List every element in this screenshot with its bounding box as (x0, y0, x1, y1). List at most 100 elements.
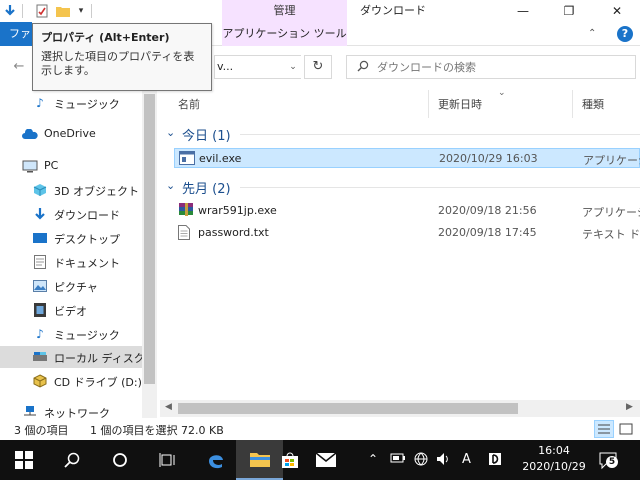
show-hidden-icons-chevron-icon[interactable]: ⌃ (368, 452, 378, 466)
nav-item-label: ドキュメント (54, 257, 120, 270)
group-divider (240, 187, 640, 188)
collapse-chevron-icon: ⌄ (166, 179, 176, 192)
nav-item-3d-objects[interactable]: 3D オブジェクト (0, 179, 142, 201)
nav-item-network[interactable]: ネットワーク (0, 401, 142, 418)
horizontal-scrollbar[interactable]: ◀ ▶ (160, 400, 640, 417)
music-icon: ♪ (36, 327, 44, 341)
nav-item-label: 3D オブジェクト (54, 185, 139, 198)
nav-item-cd-drive[interactable]: CD ドライブ (D:) Vi (0, 370, 142, 392)
cortana-icon (112, 453, 127, 467)
input-mode-indicator[interactable]: A (462, 452, 471, 467)
manage-context-group: 管理 (222, 0, 347, 22)
notification-count: 5 (606, 456, 618, 468)
file-row-password-txt[interactable]: password.txt 2020/09/18 17:45 テキスト ドキュメン… (174, 223, 640, 243)
nav-item-desktop[interactable]: デスクトップ (0, 227, 142, 249)
nav-item-local-disk[interactable]: ローカル ディスク (C (0, 346, 142, 368)
network-icon (22, 404, 38, 418)
tooltip-description: 選択した項目のプロパティを表示します。 (41, 50, 195, 77)
ribbon-expand-chevron-icon[interactable]: ⌃ (588, 28, 596, 39)
edge-icon (208, 455, 223, 469)
nav-item-music-quick[interactable]: ♪ ミュージック (0, 92, 142, 114)
column-divider[interactable] (428, 90, 429, 118)
file-row-evil-exe[interactable]: evil.exe 2020/10/29 16:03 アプリケーション (174, 148, 640, 168)
search-box[interactable] (346, 55, 636, 79)
text-file-icon (178, 225, 194, 240)
nav-item-downloads[interactable]: ダウンロード (0, 203, 142, 225)
column-header-modified[interactable]: 更新日時 (438, 96, 482, 112)
address-path: v... (217, 60, 234, 73)
nav-item-music[interactable]: ♪ ミュージック (0, 323, 142, 345)
maximize-button[interactable]: ❐ (546, 0, 592, 22)
nav-item-documents[interactable]: ドキュメント (0, 251, 142, 273)
network-globe-icon[interactable] (414, 452, 428, 469)
file-name: wrar591jp.exe (198, 204, 277, 217)
new-folder-icon[interactable] (55, 3, 71, 19)
search-input[interactable] (377, 56, 627, 78)
nav-item-label: ミュージック (54, 329, 120, 342)
details-view-button[interactable] (594, 420, 614, 438)
address-history-chevron-icon[interactable]: ⌄ (285, 55, 301, 79)
mail-taskbar-button[interactable] (302, 440, 349, 480)
battery-icon[interactable] (390, 452, 406, 467)
group-header-today[interactable]: ⌄ 今日 (1) (160, 124, 640, 144)
group-label: 今日 (1) (182, 129, 231, 144)
file-tab[interactable]: ファイル (0, 22, 32, 46)
nav-item-pictures[interactable]: ピクチャ (0, 275, 142, 297)
refresh-button[interactable]: ↻ (304, 55, 332, 79)
column-divider[interactable] (572, 90, 573, 118)
cd-drive-icon (32, 373, 48, 389)
exe-icon (179, 151, 195, 166)
properties-icon[interactable] (34, 3, 50, 19)
customize-quick-access-icon[interactable]: ▾ (73, 3, 89, 19)
column-header-type[interactable]: 種類 (582, 96, 604, 112)
scroll-right-icon[interactable]: ▶ (626, 402, 633, 412)
task-view-button[interactable] (144, 440, 191, 480)
large-icons-view-icon (619, 423, 633, 435)
clock-date: 2020/10/29 (522, 460, 586, 473)
task-view-icon (159, 453, 174, 467)
tooltip-title: プロパティ (Alt+Enter) (41, 31, 170, 44)
nav-item-onedrive[interactable]: OneDrive (0, 123, 142, 145)
desktop-icon (32, 230, 48, 246)
edge-taskbar-button[interactable] (192, 440, 239, 480)
cortana-button[interactable] (96, 440, 143, 480)
nav-item-pc[interactable]: PC (0, 155, 142, 177)
large-icons-view-button[interactable] (616, 420, 636, 438)
clock[interactable]: 16:04 2020/10/29 (520, 443, 588, 475)
file-name: evil.exe (199, 152, 242, 165)
nav-item-label: ビデオ (54, 305, 87, 318)
navigation-scroll-thumb[interactable] (144, 94, 155, 384)
navigation-scrollbar[interactable] (142, 90, 157, 418)
action-center-button[interactable]: 5 (598, 450, 620, 470)
minimize-button[interactable]: — (500, 0, 546, 22)
quick-access-divider (91, 4, 92, 18)
file-row-wrar591jp-exe[interactable]: wrar591jp.exe 2020/09/18 21:56 アプリケーション (174, 201, 640, 221)
search-taskbar-button[interactable] (48, 440, 95, 480)
nav-item-label: ダウンロード (54, 209, 120, 222)
minimize-icon: — (517, 4, 529, 18)
back-arrow-icon[interactable]: ← (10, 58, 28, 76)
mail-icon (315, 453, 336, 467)
volume-icon[interactable] (436, 452, 450, 469)
help-icon[interactable]: ? (617, 26, 633, 42)
start-button[interactable] (0, 440, 47, 480)
application-tools-tab[interactable]: アプリケーション ツール (222, 22, 347, 46)
documents-icon (32, 254, 48, 270)
file-type: テキスト ドキュメント (582, 228, 640, 241)
nav-item-videos[interactable]: ビデオ (0, 299, 142, 321)
status-item-count: 3 個の項目 (14, 424, 69, 437)
drive-icon (32, 349, 48, 365)
group-label: 先月 (2) (182, 182, 231, 197)
3d-objects-icon (32, 182, 48, 198)
horizontal-scroll-thumb[interactable] (178, 403, 518, 414)
group-header-last-month[interactable]: ⌄ 先月 (2) (160, 177, 640, 197)
scroll-left-icon[interactable]: ◀ (165, 402, 172, 412)
nav-item-label: OneDrive (44, 127, 96, 140)
ime-icon[interactable] (488, 452, 502, 469)
file-date: 2020/09/18 21:56 (438, 204, 537, 217)
column-header-name[interactable]: 名前 (178, 96, 200, 112)
properties-tooltip: プロパティ (Alt+Enter) 選択した項目のプロパティを表示します。 (32, 23, 212, 91)
close-button[interactable]: ✕ (594, 0, 640, 22)
windows-logo-icon (14, 451, 33, 469)
properties-download-icon[interactable] (2, 3, 18, 19)
